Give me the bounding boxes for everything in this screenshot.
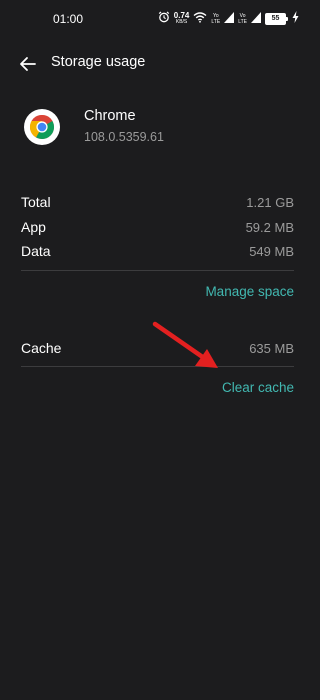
back-arrow-icon[interactable]	[16, 52, 40, 76]
cache-value: 635 MB	[249, 340, 294, 356]
network-type-a-bottom: LTE	[211, 19, 221, 25]
battery-level: 55	[265, 13, 286, 25]
net-speed-unit: KB/S	[175, 19, 188, 25]
storage-row-app: App 59.2 MB	[21, 215, 294, 239]
row-value: 1.21 GB	[246, 194, 294, 210]
cache-row: Cache 635 MB	[21, 336, 294, 360]
chrome-icon	[24, 109, 60, 145]
storage-row-total: Total 1.21 GB	[21, 190, 294, 214]
divider	[21, 270, 294, 271]
app-name: Chrome	[84, 108, 136, 124]
net-speed: 0.74 KB/S	[174, 12, 190, 26]
alarm-icon	[158, 10, 170, 28]
row-label: Total	[21, 194, 51, 210]
app-version: 108.0.5359.61	[84, 130, 164, 144]
app-bar: Storage usage	[0, 48, 315, 80]
signal-icon	[224, 10, 235, 28]
network-type-a: Yo LTE	[211, 13, 220, 25]
row-label: Data	[21, 243, 51, 259]
status-time: 01:00	[53, 12, 84, 26]
charging-icon	[292, 10, 299, 28]
network-type-b: Vo LTE	[238, 13, 247, 25]
clear-cache-button[interactable]: Clear cache	[222, 380, 294, 395]
wifi-icon	[193, 10, 207, 28]
storage-row-data: Data 549 MB	[21, 239, 294, 263]
battery-tip	[286, 17, 288, 21]
cache-label: Cache	[21, 340, 62, 356]
row-value: 59.2 MB	[245, 219, 294, 235]
divider	[21, 366, 294, 367]
manage-space-button[interactable]: Manage space	[205, 284, 294, 299]
row-value: 549 MB	[249, 243, 294, 259]
net-speed-value: 0.74	[173, 11, 190, 20]
app-info-header: Chrome 108.0.5359.61	[0, 104, 315, 154]
status-icons: 0.74 KB/S Yo LTE Vo LTE 55	[158, 10, 299, 28]
network-type-b-bottom: LTE	[238, 19, 247, 25]
row-label: App	[21, 219, 46, 235]
page-title: Storage usage	[51, 54, 146, 70]
status-bar: 01:00 0.74 KB/S Yo LTE Vo LTE 55	[0, 0, 315, 40]
battery-icon: 55	[265, 13, 288, 25]
signal-icon-2	[251, 10, 261, 28]
